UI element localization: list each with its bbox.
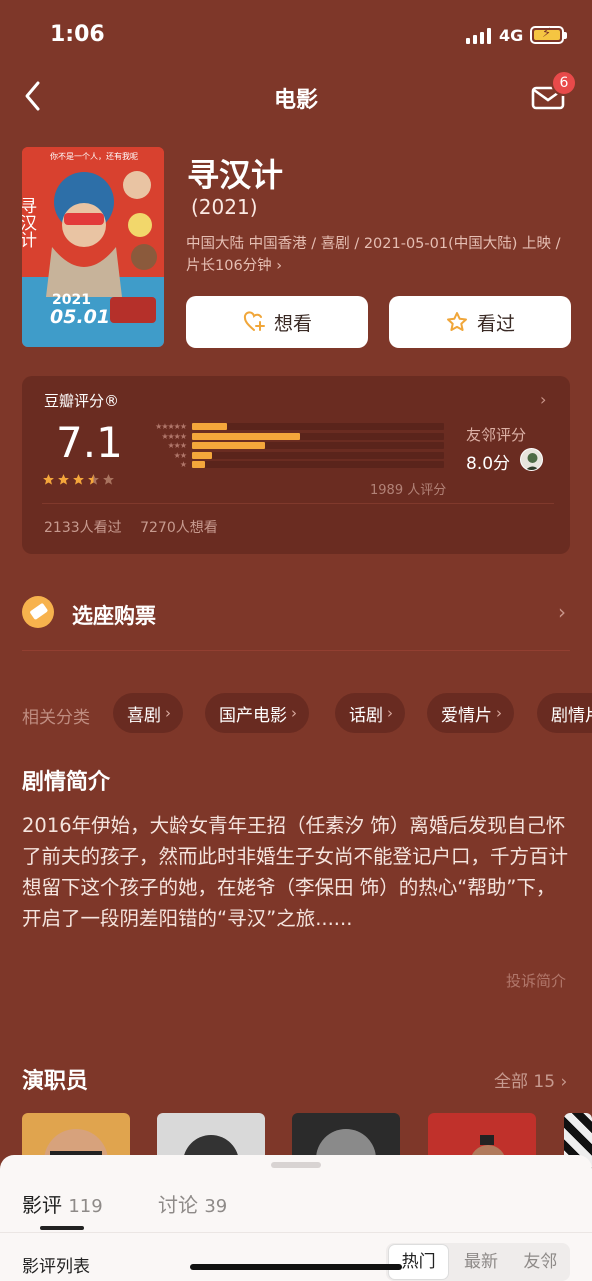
chevron-right-icon: › xyxy=(558,600,566,624)
rating-score: 7.1 xyxy=(56,418,123,467)
cast-all-link[interactable]: 全部 15 › xyxy=(494,1067,567,1092)
review-list-title: 影评列表 xyxy=(22,1257,90,1277)
sort-latest[interactable]: 最新 xyxy=(451,1245,510,1279)
rating-stars xyxy=(42,473,115,486)
divider xyxy=(22,650,570,651)
drag-handle[interactable] xyxy=(271,1162,321,1168)
distribution-row: ★★★★★ xyxy=(132,422,444,431)
star-level-icon: ★★★★★ xyxy=(155,422,187,431)
tab-indicator xyxy=(40,1226,84,1230)
category-label: 相关分类 xyxy=(22,708,90,728)
sort-hot[interactable]: 热门 xyxy=(388,1244,450,1280)
movie-meta[interactable]: 中国大陆 中国香港 / 喜剧 / 2021-05-01(中国大陆) 上映 / 片… xyxy=(186,233,570,277)
category-chip[interactable]: 国产电影 › xyxy=(205,693,309,733)
rating-source: 豆瓣评分® xyxy=(44,392,120,410)
rating-distribution: ★★★★★ ★★★★ ★★★ ★★ ★ xyxy=(132,422,444,470)
top-nav: 电影 xyxy=(0,70,592,122)
seen-label: 看过 xyxy=(476,312,515,335)
ticket-label: 选座购票 xyxy=(72,604,156,628)
status-time: 1:06 xyxy=(50,22,105,47)
star-level-icon: ★★ xyxy=(173,450,187,460)
category-chip[interactable]: 话剧 › xyxy=(335,693,405,733)
star-icon xyxy=(43,474,54,485)
distribution-bar xyxy=(192,451,213,459)
poster-tagline: 你不是一个人，还有我呢 xyxy=(50,151,138,161)
reviews-sheet: 影评 119 讨论 39 影评列表 热门 最新 友邻 xyxy=(0,1155,592,1281)
distribution-bar xyxy=(192,461,205,468)
movie-poster[interactable]: 你不是一个人，还有我呢 寻汉计 2021 05.01 xyxy=(22,147,164,347)
synopsis-title: 剧情简介 xyxy=(22,770,111,795)
distribution-row: ★ xyxy=(132,460,444,469)
star-level-icon: ★ xyxy=(179,460,187,469)
distribution-bar xyxy=(192,442,266,449)
distribution-track xyxy=(192,432,444,440)
movie-title: 寻汉计 xyxy=(187,156,284,194)
status-bar: 1:06 4G ⚡ xyxy=(0,0,592,70)
chevron-right-icon: › xyxy=(540,390,547,409)
star-level-icon: ★★★ xyxy=(167,441,187,450)
cast-title: 演职员 xyxy=(22,1069,89,1094)
tab-discussions[interactable]: 讨论 39 xyxy=(158,1189,227,1218)
rating-footer: 2133人看过 7270人想看 xyxy=(44,517,232,537)
star-level-icon: ★★★★ xyxy=(161,431,187,441)
star-outline-icon xyxy=(446,312,467,331)
distribution-bar xyxy=(192,423,228,430)
notification-badge: 6 xyxy=(551,70,577,96)
ticket-icon xyxy=(22,596,54,628)
category-chip[interactable]: 剧情片 xyxy=(537,693,592,733)
category-chip[interactable]: 爱情片 › xyxy=(427,693,514,733)
sort-segmented-control: 热门 最新 友邻 xyxy=(386,1243,570,1281)
friend-avatar xyxy=(520,448,543,471)
want-to-watch-button[interactable]: 想看 xyxy=(186,296,368,348)
seen-count: 2133人看过 xyxy=(44,520,122,536)
rating-count: 1989 人评分 xyxy=(370,483,447,498)
category-chip[interactable]: 喜剧 › xyxy=(113,693,183,733)
rating-card[interactable]: 豆瓣评分® › 7.1 ★★★★★ ★★★★ ★★★ ★★ ★ 1989 人评分 友邻评… xyxy=(22,376,570,554)
distribution-track xyxy=(192,423,444,430)
poster-title: 寻汉计 xyxy=(22,197,37,248)
signal-icon xyxy=(466,28,491,44)
star-icon xyxy=(58,474,69,485)
divider xyxy=(0,1232,592,1233)
distribution-row: ★★★ xyxy=(132,441,444,450)
report-synopsis-link[interactable]: 投诉简介 xyxy=(506,970,566,991)
friend-rating-score: 8.0分 xyxy=(466,454,511,474)
star-icon xyxy=(88,474,99,485)
synopsis-text: 2016年伊始，大龄女青年王招（任素汐 饰）离婚后发现自己怀了前夫的孩子，然而此… xyxy=(22,814,569,930)
buy-ticket-row[interactable]: 选座购票 › xyxy=(0,580,592,650)
star-icon xyxy=(103,474,114,485)
tab-reviews[interactable]: 影评 119 xyxy=(22,1189,103,1218)
heart-plus-icon xyxy=(243,311,265,331)
distribution-bar xyxy=(192,432,301,440)
want-count: 7270人想看 xyxy=(140,520,218,536)
divider xyxy=(42,503,554,504)
distribution-track xyxy=(192,461,444,468)
watched-button[interactable]: 看过 xyxy=(389,296,571,348)
want-label: 想看 xyxy=(273,312,312,335)
poster-date: 05.01 xyxy=(50,306,110,328)
network-type: 4G xyxy=(499,26,524,45)
distribution-row: ★★ xyxy=(132,451,444,460)
home-indicator xyxy=(190,1264,402,1270)
distribution-row: ★★★★ xyxy=(132,432,444,441)
movie-year: (2021) xyxy=(191,195,258,219)
star-icon xyxy=(73,474,84,485)
sort-friends[interactable]: 友邻 xyxy=(511,1245,570,1279)
page-title: 电影 xyxy=(273,88,318,113)
friend-rating-label: 友邻评分 xyxy=(466,426,527,444)
battery-icon: ⚡ xyxy=(530,26,567,44)
distribution-track xyxy=(192,451,444,459)
distribution-track xyxy=(192,442,444,449)
